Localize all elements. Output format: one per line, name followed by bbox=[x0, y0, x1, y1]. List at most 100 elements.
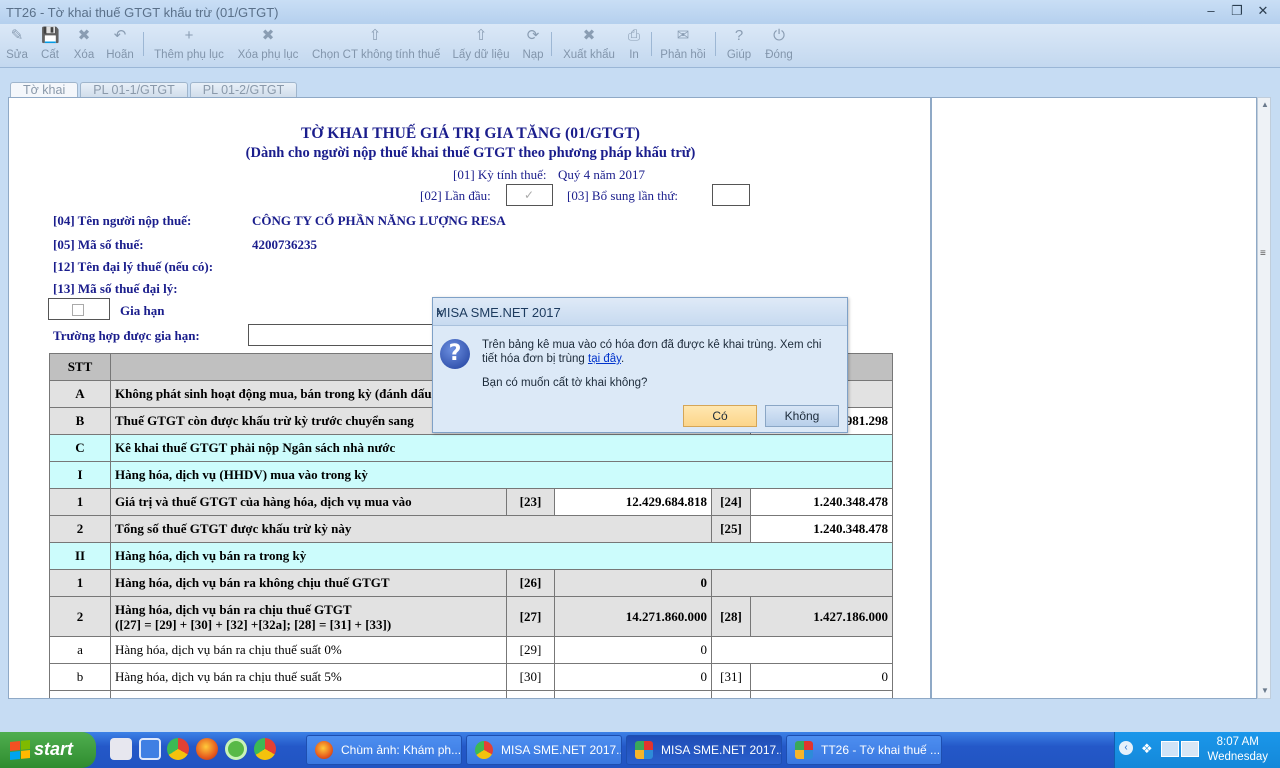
cell-31[interactable]: 0 bbox=[750, 663, 893, 691]
first-time-checkbox[interactable]: ✓ bbox=[506, 184, 553, 206]
restore-button[interactable]: ❐ bbox=[1230, 3, 1244, 19]
cell-29[interactable]: 0 bbox=[554, 636, 712, 664]
form-title: TỜ KHAI THUẾ GIÁ TRỊ GIA TĂNG (01/GTGT) bbox=[301, 125, 640, 142]
tab-appendix-01-1[interactable]: PL 01-1/GTGT bbox=[80, 82, 188, 98]
quicklaunch-app-icon[interactable] bbox=[139, 738, 161, 760]
edit-button[interactable]: ✎ Sửa bbox=[6, 27, 28, 65]
close-button[interactable]: ✕ bbox=[1256, 3, 1270, 19]
delete-button[interactable]: ✖ Xóa bbox=[72, 27, 96, 65]
table-row: C Kê khai thuế GTGT phải nộp Ngân sách n… bbox=[49, 434, 893, 462]
cell-26[interactable]: 0 bbox=[554, 569, 712, 597]
header-stt: STT bbox=[49, 353, 111, 381]
misa-icon bbox=[635, 741, 653, 759]
tab-appendix-01-2[interactable]: PL 01-2/GTGT bbox=[189, 82, 298, 98]
reload-button[interactable]: ⟳ Nạp bbox=[521, 27, 545, 65]
title-bar: TT26 - Tờ khai thuế GTGT khấu trừ (01/GT… bbox=[0, 0, 1280, 24]
question-icon: ? bbox=[440, 339, 470, 369]
toolbar-separator bbox=[651, 32, 652, 56]
system-tray: ‹ ❖ 8:07 AM Wednesday bbox=[1114, 732, 1280, 768]
envelope-icon: ✉ bbox=[676, 27, 690, 44]
chrome-icon bbox=[475, 741, 493, 759]
table-row: 2 Tổng số thuế GTGT được khấu trừ kỳ này… bbox=[49, 515, 893, 543]
reload-icon: ⟳ bbox=[526, 27, 540, 44]
tab-declaration[interactable]: Tờ khai bbox=[10, 82, 79, 98]
dialog-title-bar: MISA SME.NET 2017 × bbox=[433, 298, 847, 326]
show-hidden-icons-icon[interactable]: ‹ bbox=[1119, 741, 1133, 755]
status-bar bbox=[0, 706, 1280, 732]
network-icon[interactable] bbox=[1181, 741, 1199, 757]
period-value: Quý 4 năm 2017 bbox=[558, 167, 646, 182]
cell-23[interactable]: 12.429.684.818 bbox=[554, 488, 712, 516]
agent-code-label: [13] Mã số thuế đại lý: bbox=[53, 281, 178, 296]
taskbar-item-tt26[interactable]: TT26 - Tờ khai thuế ... bbox=[786, 735, 942, 765]
no-button[interactable]: Không bbox=[765, 405, 839, 427]
extension-checkbox[interactable] bbox=[72, 304, 84, 316]
windows-logo-icon bbox=[10, 739, 30, 761]
toolbar-separator bbox=[143, 32, 144, 56]
dialog-close-icon[interactable]: × bbox=[436, 305, 841, 320]
chrome-icon[interactable] bbox=[167, 738, 189, 760]
feedback-button[interactable]: ✉ Phản hồi bbox=[660, 27, 706, 65]
cell-25[interactable]: 1.240.348.478 bbox=[750, 515, 893, 543]
details-link[interactable]: tại đây bbox=[588, 353, 621, 365]
cell-28: 1.427.186.000 bbox=[750, 596, 893, 637]
cell-27: 14.271.860.000 bbox=[554, 596, 712, 637]
table-row: b Hàng hóa, dịch vụ bán ra chịu thuế suấ… bbox=[49, 663, 893, 691]
close-form-button[interactable]: ⏻ Đóng bbox=[763, 27, 795, 65]
help-button[interactable]: ? Giúp bbox=[725, 27, 753, 65]
taxcode-label: [05] Mã số thuế: bbox=[53, 237, 144, 252]
vertical-scrollbar[interactable]: ▲ ≡ ▼ bbox=[1257, 97, 1271, 699]
dropbox-icon[interactable]: ❖ bbox=[1141, 742, 1157, 756]
power-icon: ⏻ bbox=[773, 27, 785, 44]
export-button[interactable]: ✖ Xuất khẩu bbox=[562, 27, 616, 65]
remove-appendix-button[interactable]: ✖ Xóa phụ lục bbox=[236, 27, 300, 65]
remove-appendix-icon: ✖ bbox=[261, 27, 275, 44]
clock[interactable]: 8:07 AM Wednesday bbox=[1207, 735, 1268, 765]
side-panel bbox=[931, 97, 1257, 699]
supplement-input[interactable] bbox=[712, 184, 750, 206]
table-row bbox=[49, 690, 893, 698]
taxpayer-label: [04] Tên người nộp thuế: bbox=[53, 213, 192, 228]
window-title: TT26 - Tờ khai thuế GTGT khấu trừ (01/GT… bbox=[6, 5, 279, 20]
network-icon[interactable] bbox=[1161, 741, 1179, 757]
scroll-down-icon[interactable]: ▼ bbox=[1260, 686, 1270, 696]
misa-app-window: TT26 - Tờ khai thuế GTGT khấu trừ (01/GT… bbox=[0, 0, 1280, 732]
dialog-question: Bạn có muốn cất tờ khai không? bbox=[482, 377, 648, 389]
taskbar-item-misa[interactable]: MISA SME.NET 2017... bbox=[626, 735, 782, 765]
taxcode-value: 4200736235 bbox=[252, 237, 317, 252]
taxpayer-name: CÔNG TY CỔ PHẦN NĂNG LƯỢNG RESA bbox=[252, 213, 506, 228]
quicklaunch-app-icon[interactable] bbox=[225, 738, 247, 760]
print-button[interactable]: ⎙ In bbox=[624, 27, 644, 65]
scroll-grip-icon[interactable]: ≡ bbox=[1260, 248, 1269, 259]
table-row: II Hàng hóa, dịch vụ bán ra trong kỳ bbox=[49, 542, 893, 570]
save-icon: 💾 bbox=[41, 27, 60, 44]
select-untaxed-docs-button[interactable]: ⇧ Chọn CT không tính thuế bbox=[312, 27, 440, 65]
add-appendix-icon: + bbox=[184, 27, 194, 44]
extension-label: Gia hạn bbox=[120, 303, 165, 318]
table-row: a Hàng hóa, dịch vụ bán ra chịu thuế suấ… bbox=[49, 636, 893, 664]
quicklaunch-app-icon[interactable] bbox=[110, 738, 132, 760]
undo-button[interactable]: ↶ Hoãn bbox=[104, 27, 136, 65]
yes-button[interactable]: Có bbox=[683, 405, 757, 427]
firefox-icon bbox=[315, 741, 333, 759]
save-button[interactable]: 💾 Cất bbox=[38, 27, 62, 65]
checkmark-icon: ✓ bbox=[524, 188, 535, 202]
add-appendix-button[interactable]: + Thêm phụ lục bbox=[154, 27, 224, 65]
taskbar-item-chrome[interactable]: MISA SME.NET 2017... bbox=[466, 735, 622, 765]
scroll-up-icon[interactable]: ▲ bbox=[1260, 100, 1270, 110]
cell-24[interactable]: 1.240.348.478 bbox=[750, 488, 893, 516]
extension-checkbox-cell bbox=[48, 298, 110, 320]
form-tabs: Tờ khai PL 01-1/GTGT PL 01-2/GTGT bbox=[10, 82, 299, 98]
chrome-icon[interactable] bbox=[254, 738, 276, 760]
first-time-label: [02] Lần đầu: bbox=[420, 188, 491, 203]
minimize-button[interactable]: – bbox=[1204, 3, 1218, 19]
help-icon: ? bbox=[734, 27, 744, 44]
taskbar-item-firefox[interactable]: Chùm ảnh: Khám ph... bbox=[306, 735, 462, 765]
supplement-label: [03] Bổ sung lần thứ: bbox=[567, 188, 679, 203]
extension-case-label: Trường hợp được gia hạn: bbox=[53, 328, 200, 343]
table-row: 1 Hàng hóa, dịch vụ bán ra không chịu th… bbox=[49, 569, 893, 597]
firefox-icon[interactable] bbox=[196, 738, 218, 760]
start-button[interactable]: start bbox=[0, 732, 96, 768]
fetch-data-button[interactable]: ⇧ Lấy dữ liệu bbox=[451, 27, 511, 65]
cell-30[interactable]: 0 bbox=[554, 663, 712, 691]
